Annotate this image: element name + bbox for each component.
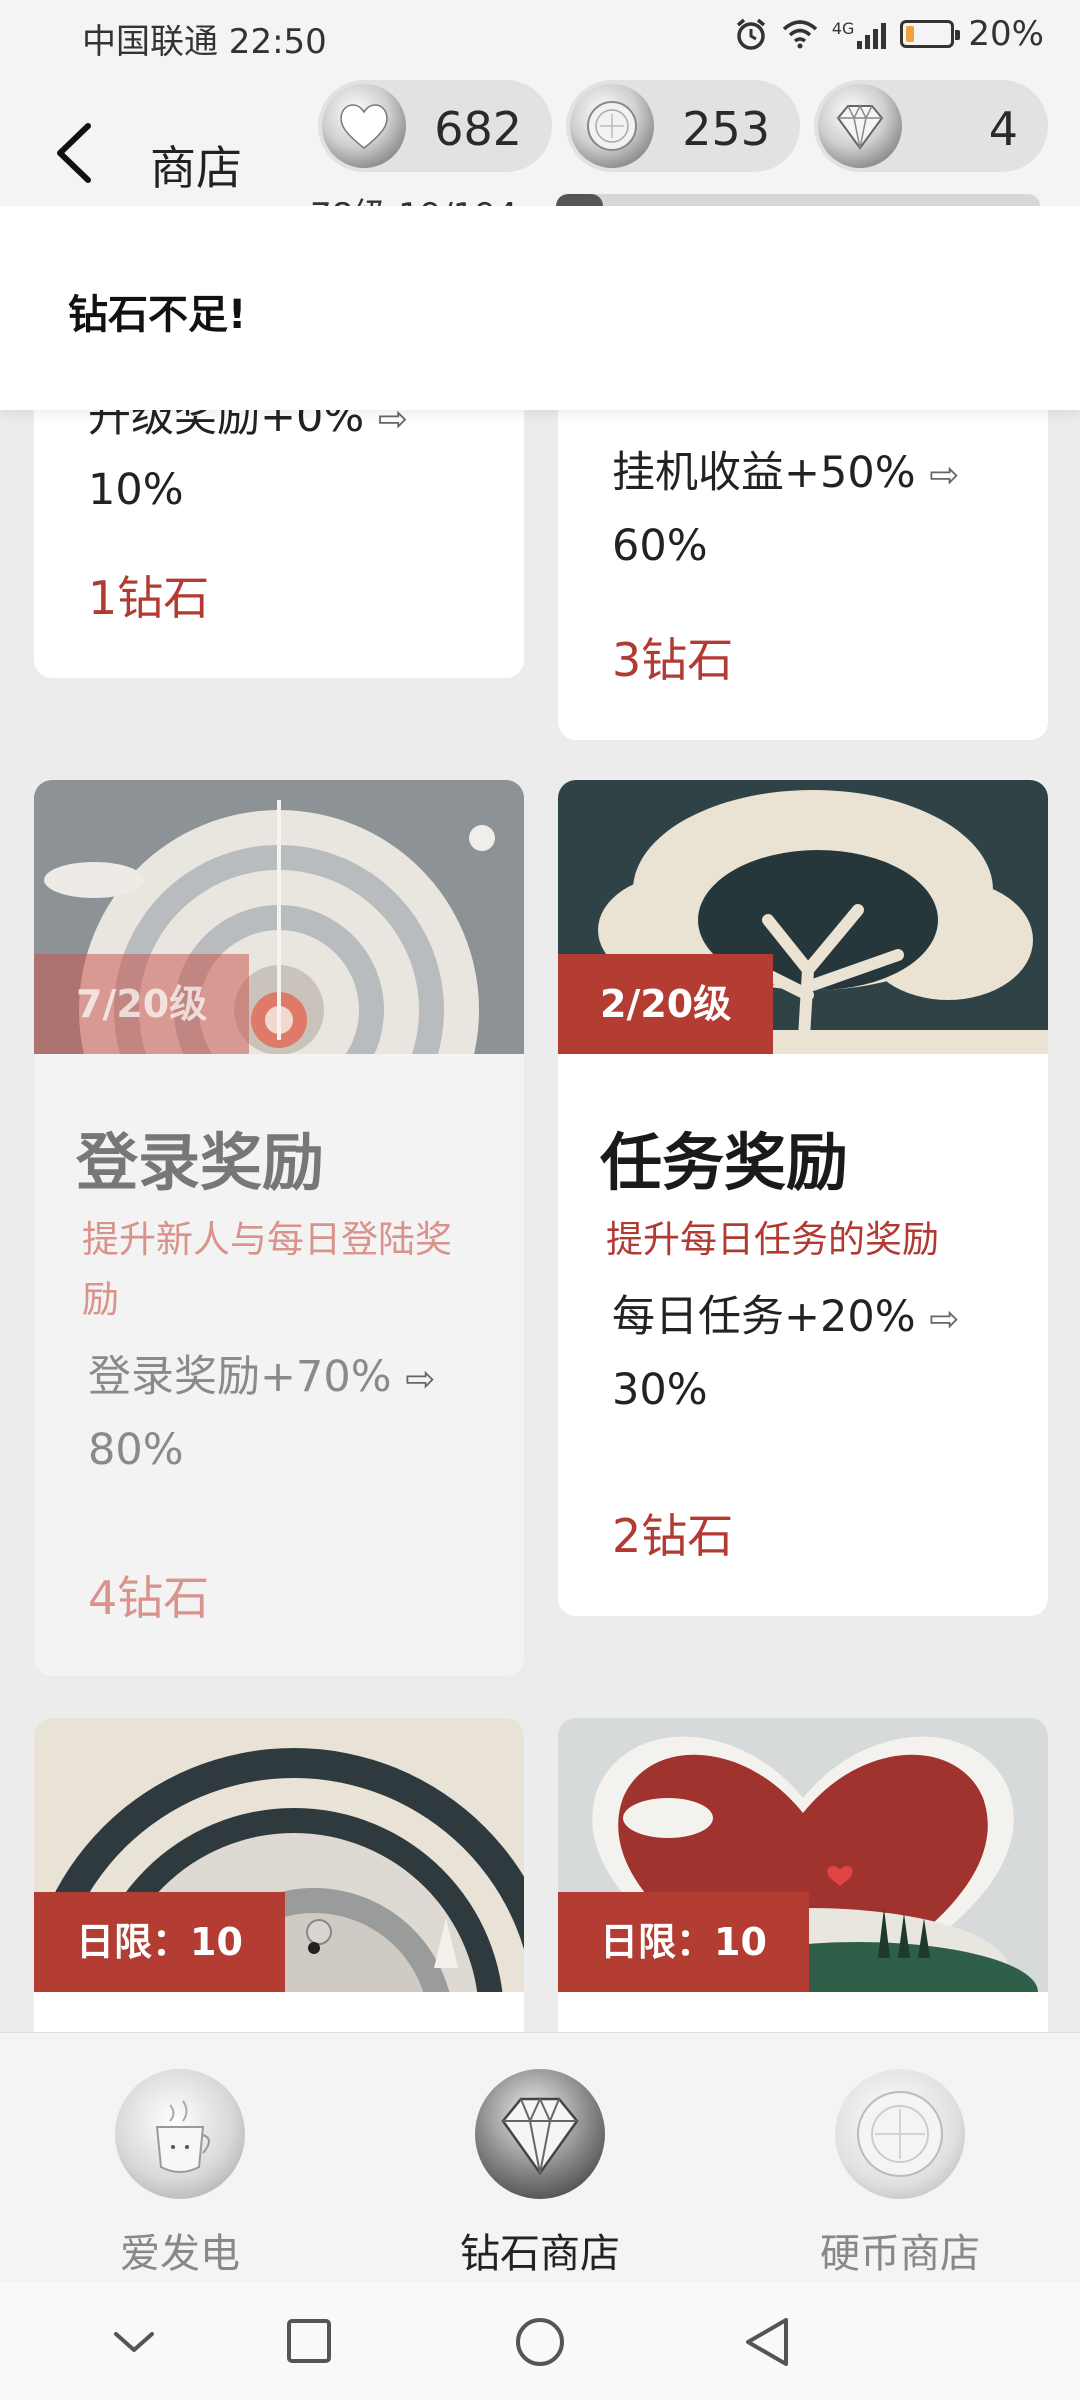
card-title: 任务奖励 (600, 1126, 849, 1199)
daily-limit-card-2[interactable]: 日限：10 (558, 1718, 1048, 2058)
network-type: 4G (831, 19, 855, 38)
card-effect: 每日任务+20% ⇨ 30% (612, 1282, 1012, 1425)
chevron-down-icon[interactable] (112, 2316, 156, 2366)
nav-label: 硬币商店 (820, 2231, 980, 2277)
alarm-icon (736, 18, 765, 50)
daily-limit-tag: 日限：10 (34, 1892, 285, 1992)
arrow-icon: ⇨ (929, 455, 960, 496)
toast-message: 钻石不足! (68, 292, 247, 338)
card-subtitle: 提升每日任务的奖励 (606, 1218, 939, 1261)
system-nav-bar (0, 2282, 1080, 2400)
home-icon[interactable] (514, 2316, 566, 2368)
login-reward-card[interactable]: 7/20级 登录奖励 提升新人与每日登陆奖励 登录奖励+70% ⇨ 80% 4钻… (34, 780, 524, 1676)
task-reward-card[interactable]: 2/20级 任务奖励 提升每日任务的奖励 每日任务+20% ⇨ 30% 2钻石 (558, 780, 1048, 1616)
battery-percent: 20% (968, 14, 1044, 54)
battery-icon (900, 20, 961, 48)
back-arrow-icon[interactable] (48, 118, 102, 188)
level-tag: 2/20级 (558, 954, 774, 1054)
coins-counter[interactable]: 253 (566, 80, 800, 172)
nav-label: 爱发电 (120, 2231, 240, 2277)
effect-before: 每日任务+20% (612, 1292, 916, 1342)
diamond-icon (818, 84, 902, 168)
nav-item-coin-store[interactable]: 硬币商店 (780, 2069, 1020, 2279)
diamonds-count: 4 (988, 102, 1018, 156)
carrier-time: 中国联通 22:50 (82, 22, 327, 62)
effect-before: 登录奖励+70% (88, 1352, 392, 1402)
arrow-icon: ⇨ (405, 1359, 436, 1400)
diamond-icon (475, 2069, 605, 2199)
coffee-cup-icon (115, 2069, 245, 2199)
hearts-counter[interactable]: 682 (318, 80, 552, 172)
effect-after: 80% (88, 1425, 184, 1475)
clock-illustration: 日限：10 (34, 1718, 524, 1992)
nav-item-afdian[interactable]: 爱发电 (60, 2069, 300, 2279)
card-effect: 挂机收益+50% ⇨ 60% (612, 438, 1012, 581)
effect-after: 60% (612, 521, 708, 571)
heart-icon (322, 84, 406, 168)
nav-item-diamond-store[interactable]: 钻石商店 (420, 2069, 660, 2279)
daily-limit-tag: 日限：10 (558, 1892, 809, 1992)
page-title: 商店 (150, 141, 242, 195)
status-icons: 4G 20% (734, 14, 1044, 54)
coin-icon (835, 2069, 965, 2199)
level-tag: 7/20级 (34, 954, 250, 1054)
card-price[interactable]: 1钻石 (88, 562, 209, 628)
coin-icon (570, 84, 654, 168)
tree-illustration: 2/20级 (558, 780, 1048, 1054)
nav-label: 钻石商店 (460, 2231, 620, 2277)
card-price[interactable]: 4钻石 (88, 1562, 209, 1628)
diamonds-counter[interactable]: 4 (814, 80, 1048, 172)
bottom-nav: 爱发电 钻石商店 硬币商店 (0, 2032, 1080, 2282)
card-subtitle: 提升新人与每日登陆奖励 (82, 1218, 452, 1321)
status-bar: 中国联通 22:50 4G 20% (0, 0, 1080, 76)
card-price[interactable]: 3钻石 (612, 624, 733, 690)
hearts-count: 682 (434, 102, 522, 156)
signal-icon: 4G (832, 19, 887, 49)
back-icon[interactable] (742, 2316, 792, 2368)
heart-landscape-illustration: 日限：10 (558, 1718, 1048, 1992)
card-title: 登录奖励 (76, 1126, 325, 1199)
effect-before: 挂机收益+50% (612, 448, 916, 498)
effect-after: 30% (612, 1365, 708, 1415)
header: 商店 682 253 4 78级 19/194 (0, 76, 1080, 218)
arrow-icon: ⇨ (929, 1299, 960, 1340)
card-price[interactable]: 2钻石 (612, 1500, 733, 1566)
toast-notification: 钻石不足! (0, 206, 1080, 410)
target-illustration: 7/20级 (34, 780, 524, 1054)
coins-count: 253 (682, 102, 770, 156)
effect-after: 10% (88, 465, 184, 515)
daily-limit-card-1[interactable]: 日限：10 (34, 1718, 524, 2058)
card-effect: 登录奖励+70% ⇨ 80% (88, 1342, 488, 1485)
wifi-icon (782, 20, 817, 49)
recent-apps-icon[interactable] (284, 2316, 334, 2366)
